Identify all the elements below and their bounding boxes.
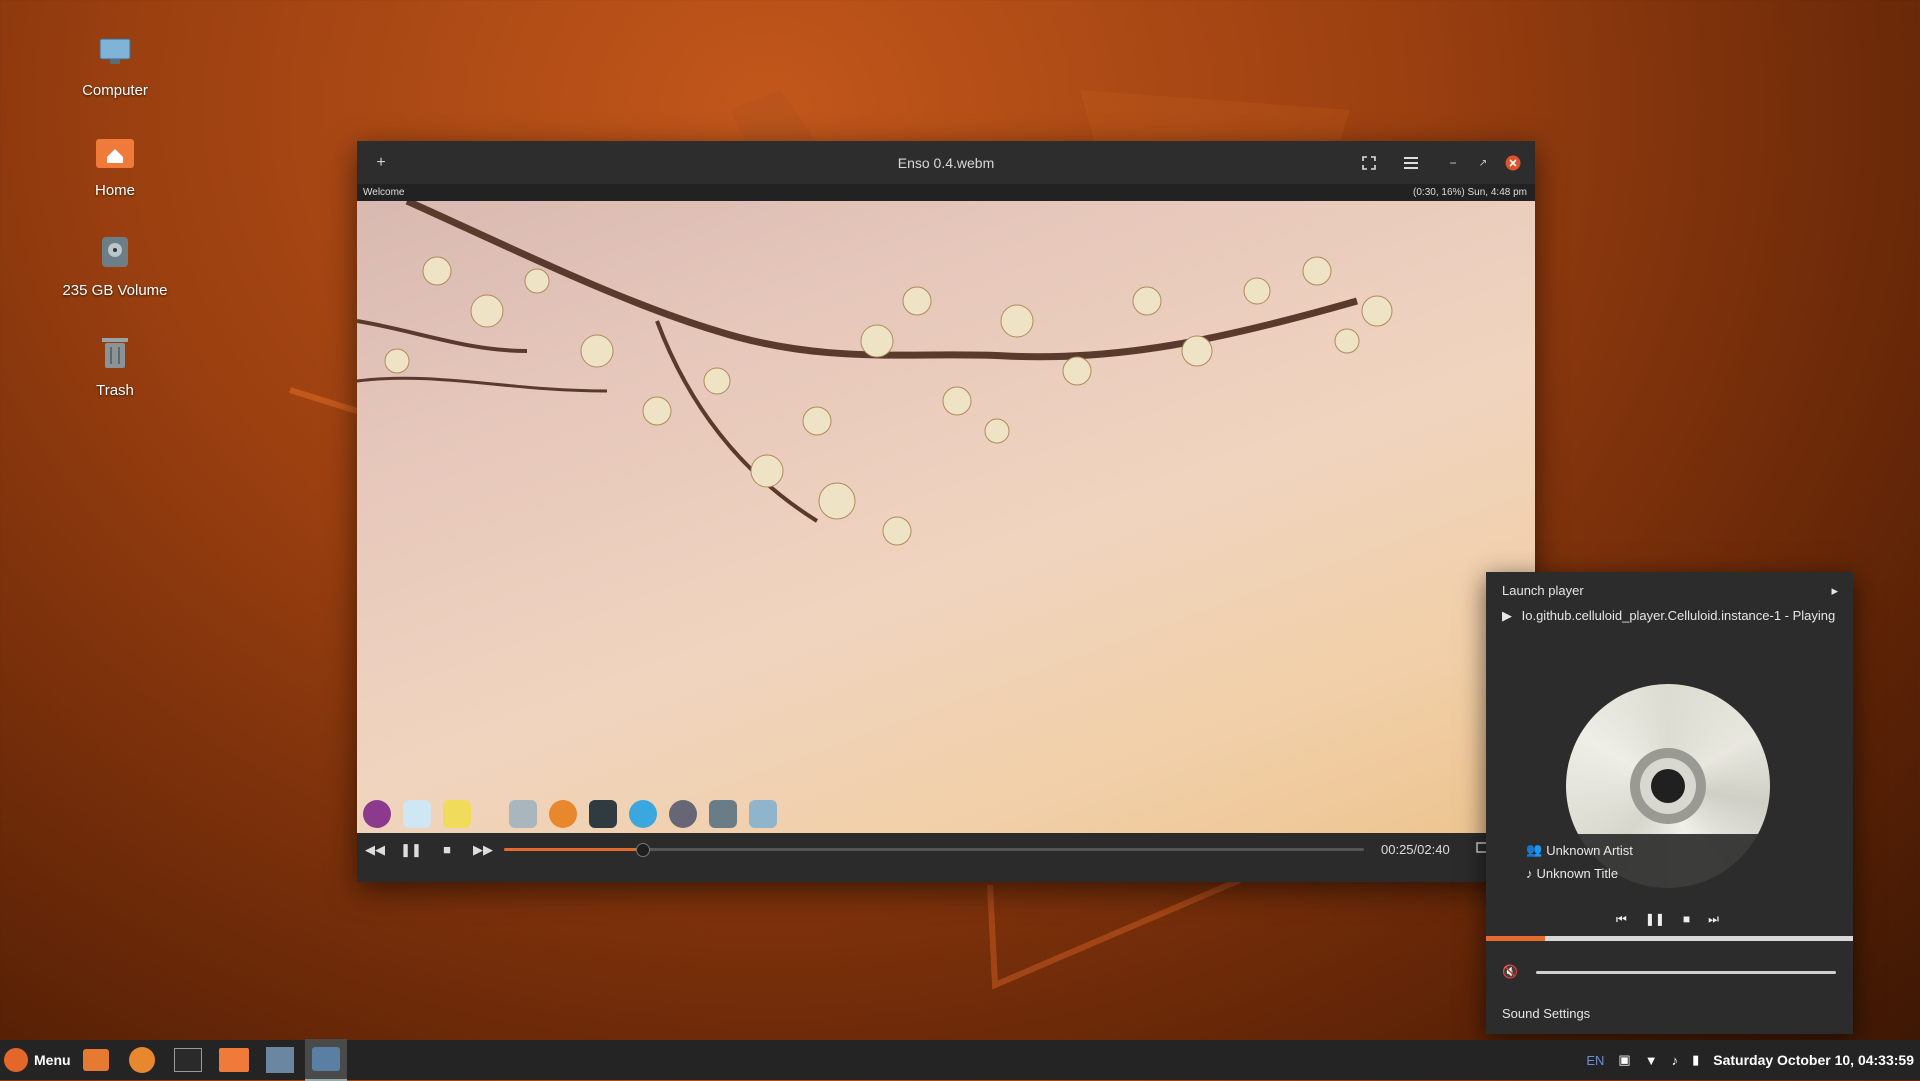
desktop-icon-computer[interactable]: Computer bbox=[40, 30, 190, 99]
blossom-branch bbox=[357, 201, 1393, 546]
seek-bar-fill bbox=[504, 848, 642, 851]
installer-icon bbox=[709, 800, 737, 828]
artist-icon: 👥 bbox=[1526, 842, 1543, 857]
download-icon bbox=[629, 800, 657, 828]
clock[interactable]: Saturday October 10, 04:33:59 bbox=[1713, 1052, 1914, 1068]
taskbar-app-files[interactable] bbox=[213, 1040, 255, 1080]
files-icon bbox=[509, 800, 537, 828]
language-indicator[interactable]: EN bbox=[1586, 1053, 1604, 1068]
media-buttons: ⏮ ❚❚ ■ ⏭ bbox=[1616, 912, 1719, 927]
wifi-icon[interactable]: ▼ bbox=[1645, 1053, 1658, 1068]
window-titlebar[interactable]: + Enso 0.4.webm − ↗ bbox=[357, 141, 1535, 185]
taskbar-app-terminal[interactable] bbox=[167, 1040, 209, 1080]
player-instance-item[interactable]: ▶ Io.github.celluloid_player.Celluloid.i… bbox=[1502, 608, 1835, 624]
pause-button[interactable]: ❚❚ bbox=[1645, 912, 1665, 927]
launch-player-item[interactable]: Launch player ▸ bbox=[1502, 583, 1838, 598]
network-icon bbox=[749, 800, 777, 828]
playback-controls: ◀◀ ❚❚ ■ ▶▶ 00:25/02:40 bbox=[357, 833, 1535, 866]
rocket-launcher-icon bbox=[363, 800, 391, 828]
drive-icon bbox=[93, 230, 137, 274]
inner-status-text: (0:30, 16%) Sun, 4:48 pm bbox=[1413, 187, 1527, 198]
restore-icon[interactable]: ↗ bbox=[1471, 151, 1495, 175]
system-tray: EN ▣ ▼ ♪ ▮ Saturday October 10, 04:33:59 bbox=[1586, 1052, 1914, 1068]
hamburger-menu-icon[interactable] bbox=[1399, 151, 1423, 175]
seek-bar-knob[interactable] bbox=[635, 843, 650, 857]
track-progress-fill bbox=[1486, 936, 1545, 941]
seek-bar[interactable] bbox=[504, 843, 1364, 857]
stop-button[interactable]: ■ bbox=[1683, 912, 1690, 927]
video-inner-panel: Welcome (0:30, 16%) Sun, 4:48 pm bbox=[357, 184, 1535, 201]
welcome-label: Welcome bbox=[363, 187, 405, 198]
desktop-icon-label: 235 GB Volume bbox=[62, 282, 168, 299]
sound-settings-item[interactable]: Sound Settings bbox=[1502, 1006, 1590, 1021]
fullscreen-icon[interactable] bbox=[1357, 151, 1381, 175]
close-icon[interactable] bbox=[1501, 151, 1525, 175]
notes-icon bbox=[443, 800, 471, 828]
taskbar-app-desktop[interactable] bbox=[75, 1040, 117, 1080]
desktop-icon-volume[interactable]: 235 GB Volume bbox=[40, 230, 190, 299]
launch-player-label: Launch player bbox=[1502, 583, 1584, 598]
computer-icon bbox=[93, 30, 137, 74]
taskbar-app-screenshot[interactable] bbox=[259, 1040, 301, 1080]
celluloid-icon bbox=[311, 1047, 340, 1071]
video-frame bbox=[357, 201, 1535, 834]
menu-button[interactable]: Menu bbox=[4, 1048, 71, 1072]
desktop-icon-label: Trash bbox=[96, 382, 134, 399]
stop-button[interactable]: ■ bbox=[429, 842, 465, 857]
screenshot-icon bbox=[265, 1047, 294, 1073]
music-note-icon: ♪ bbox=[1526, 866, 1533, 881]
sound-settings-label: Sound Settings bbox=[1502, 1006, 1591, 1021]
terminal-icon bbox=[173, 1048, 202, 1072]
play-icon: ▶ bbox=[1502, 608, 1512, 623]
time-display: 00:25/02:40 bbox=[1381, 842, 1450, 857]
battery-icon[interactable]: ▮ bbox=[1692, 1052, 1699, 1068]
inner-dock bbox=[363, 800, 777, 828]
folder-icon bbox=[218, 1048, 249, 1072]
workspace-icon bbox=[403, 800, 431, 828]
desktop-icon-label: Computer bbox=[82, 82, 148, 99]
desktop-icon-home[interactable]: Home bbox=[40, 130, 190, 199]
desktop-icon-label: Home bbox=[94, 182, 135, 199]
show-desktop-icon bbox=[82, 1049, 109, 1071]
settings-gear-icon bbox=[669, 800, 697, 828]
previous-track-button[interactable]: ⏮ bbox=[1616, 912, 1627, 927]
mute-icon[interactable]: 🔇 bbox=[1502, 964, 1518, 980]
keyboard-icon[interactable]: ▣ bbox=[1618, 1052, 1630, 1068]
track-progress-bar[interactable] bbox=[1486, 936, 1853, 941]
sound-applet-popup: Launch player ▸ ▶ Io.github.celluloid_pl… bbox=[1486, 572, 1853, 1034]
taskbar: Menu EN ▣ ▼ ♪ ▮ Saturday October 10, 04:… bbox=[0, 1039, 1920, 1081]
player-instance-label: Io.github.celluloid_player.Celluloid.ins… bbox=[1521, 608, 1836, 623]
firefox-icon bbox=[128, 1047, 155, 1073]
taskbar-app-firefox[interactable] bbox=[121, 1040, 163, 1080]
pause-button[interactable]: ❚❚ bbox=[393, 842, 429, 858]
taskbar-app-celluloid[interactable] bbox=[304, 1039, 347, 1081]
home-folder-icon bbox=[93, 130, 137, 174]
track-info: 👥 Unknown Artist ♪ Unknown Title ⏮ ❚❚ ■ … bbox=[1516, 834, 1829, 934]
fast-forward-button[interactable]: ▶▶ bbox=[465, 842, 501, 858]
title-label: Unknown Title bbox=[1536, 866, 1619, 881]
firefox-icon bbox=[549, 800, 577, 828]
next-track-button[interactable]: ⏭ bbox=[1708, 912, 1719, 927]
rewind-button[interactable]: ◀◀ bbox=[357, 842, 393, 858]
menu-label: Menu bbox=[34, 1052, 71, 1068]
minimize-icon[interactable]: − bbox=[1441, 151, 1465, 175]
sound-icon[interactable]: ♪ bbox=[1672, 1053, 1679, 1068]
video-player-window: + Enso 0.4.webm − ↗ Welcome (0:30, 16%) … bbox=[357, 141, 1535, 882]
menu-logo-icon bbox=[4, 1048, 28, 1072]
desktop-icon-trash[interactable]: Trash bbox=[40, 330, 190, 399]
video-area[interactable]: Welcome (0:30, 16%) Sun, 4:48 pm bbox=[357, 184, 1535, 834]
artist-label: Unknown Artist bbox=[1546, 842, 1633, 858]
volume-slider[interactable] bbox=[1536, 971, 1836, 974]
terminal-icon bbox=[589, 800, 617, 828]
submenu-arrow-icon: ▸ bbox=[1831, 583, 1838, 598]
trash-icon bbox=[93, 330, 137, 374]
